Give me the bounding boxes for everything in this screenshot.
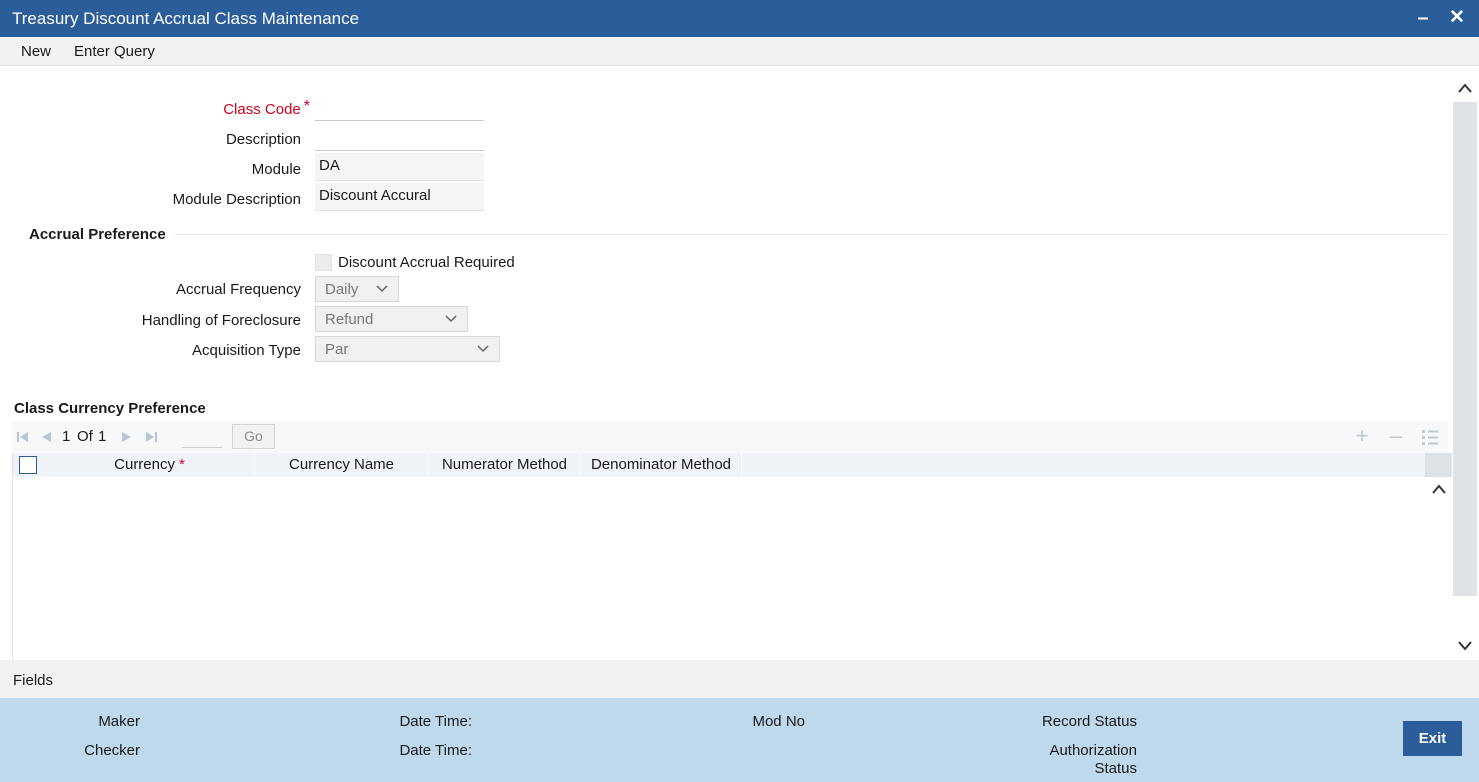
discount-accrual-required-label: Discount Accrual Required: [338, 254, 515, 271]
class-code-label: Class Code *: [150, 98, 310, 119]
accrual-preference-title: Accrual Preference: [29, 226, 166, 243]
accrual-frequency-select[interactable]: Daily: [315, 276, 399, 302]
description-input[interactable]: [315, 125, 484, 151]
fields-bar: Fields: [0, 660, 1479, 698]
maker-date-time-label: Date Time:: [399, 713, 472, 730]
maker-label: Maker: [98, 713, 140, 730]
window-title: Treasury Discount Accrual Class Maintena…: [12, 9, 360, 28]
page-current: 1: [62, 428, 71, 445]
required-star: *: [303, 98, 310, 115]
close-icon[interactable]: ✕: [1446, 6, 1468, 30]
menu-bar: New Enter Query: [0, 37, 1479, 66]
page-total: 1: [98, 428, 107, 445]
checker-date-time-label: Date Time:: [399, 742, 472, 759]
acquisition-type-value: Par: [325, 341, 349, 358]
grid-scroll-corner: [1425, 453, 1452, 477]
discount-accrual-required-checkbox[interactable]: [315, 254, 332, 271]
minimize-icon[interactable]: –: [1412, 6, 1434, 30]
mod-no-label: Mod No: [752, 713, 805, 730]
accrual-frequency-label: Accrual Frequency: [175, 281, 301, 298]
grid-header: Currency * Currency Name Numerator Method…: [13, 453, 1425, 477]
grid-toolbar: 1 Of 1 Go + –: [12, 421, 1448, 453]
add-row-icon[interactable]: +: [1352, 425, 1372, 447]
class-code-label-text: Class Code: [223, 101, 301, 118]
column-numerator-method[interactable]: Numerator Method: [429, 453, 581, 477]
page-number-input[interactable]: [182, 424, 222, 448]
module-description-field: Discount Accural: [315, 183, 484, 211]
fields-label[interactable]: Fields: [13, 672, 53, 689]
scroll-up-icon[interactable]: [1457, 82, 1473, 94]
acquisition-type-label: Acquisition Type: [192, 342, 301, 359]
main-content: Class Code * Description Module DA Module…: [0, 66, 1479, 660]
previous-page-icon[interactable]: [39, 430, 53, 444]
chevron-down-icon: [445, 315, 457, 323]
accrual-frequency-value: Daily: [325, 281, 359, 298]
handling-of-foreclosure-label: Handling of Foreclosure: [141, 312, 301, 329]
audit-footer: Maker Checker Date Time: Date Time: Mod …: [0, 698, 1479, 782]
currency-grid: Currency * Currency Name Numerator Method…: [12, 453, 1452, 660]
grid-scroll-up-icon[interactable]: [1431, 483, 1447, 495]
column-denominator-method[interactable]: Denominator Method: [581, 453, 742, 477]
class-code-input[interactable]: [315, 95, 484, 121]
window-title-bar: Treasury Discount Accrual Class Maintena…: [0, 0, 1479, 37]
select-all-checkbox[interactable]: [19, 456, 37, 474]
page-of-label: Of: [77, 428, 93, 445]
last-page-icon[interactable]: [144, 430, 158, 444]
delete-row-icon[interactable]: –: [1386, 425, 1406, 447]
page-scrollbar[interactable]: [1451, 76, 1479, 660]
authorization-status-label-line1: Authorization: [1049, 742, 1137, 759]
description-label: Description: [225, 131, 301, 148]
new-menu-item[interactable]: New: [21, 43, 51, 60]
section-divider: [175, 234, 1447, 235]
handling-of-foreclosure-select[interactable]: Refund: [315, 306, 468, 332]
record-status-label: Record Status: [1041, 713, 1137, 730]
column-currency-label: Currency: [114, 456, 175, 473]
acquisition-type-select[interactable]: Par: [315, 336, 500, 362]
required-star: *: [179, 456, 185, 473]
chevron-down-icon: [376, 285, 388, 293]
module-label: Module: [251, 161, 301, 178]
module-field: DA: [315, 153, 484, 181]
enter-query-menu-item[interactable]: Enter Query: [74, 43, 155, 60]
column-currency[interactable]: Currency *: [45, 453, 255, 477]
chevron-down-icon: [477, 345, 489, 353]
handling-of-foreclosure-value: Refund: [325, 311, 374, 328]
list-view-icon[interactable]: [1420, 427, 1440, 447]
exit-button[interactable]: Exit: [1403, 721, 1462, 756]
class-currency-preference-title: Class Currency Preference: [14, 400, 206, 417]
module-description-label: Module Description: [172, 191, 301, 208]
go-button[interactable]: Go: [232, 424, 275, 449]
scroll-down-icon[interactable]: [1457, 640, 1473, 652]
next-page-icon[interactable]: [120, 430, 134, 444]
first-page-icon[interactable]: [16, 430, 30, 444]
checker-label: Checker: [84, 742, 140, 759]
scrollbar-thumb[interactable]: [1453, 102, 1477, 596]
authorization-status-label-line2: Status: [1094, 760, 1137, 777]
column-currency-name[interactable]: Currency Name: [255, 453, 429, 477]
